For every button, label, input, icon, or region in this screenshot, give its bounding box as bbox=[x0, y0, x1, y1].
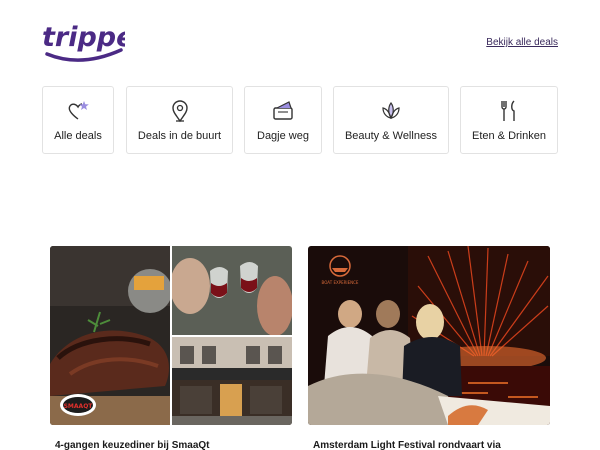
heart-star-icon bbox=[68, 101, 89, 120]
lotus-icon bbox=[382, 101, 400, 120]
logo-text: tripper bbox=[42, 22, 125, 53]
deal-title: 4-gangen keuzediner bij SmaaQt bbox=[55, 440, 210, 450]
svg-text:BOAT EXPERIENCE: BOAT EXPERIENCE bbox=[322, 280, 359, 285]
tripper-logo[interactable]: tripper bbox=[41, 16, 125, 66]
deal-image: BOAT EXPERIENCE bbox=[308, 246, 550, 425]
category-food-drink[interactable]: Eten & Drinken bbox=[460, 86, 558, 154]
category-label: Deals in de buurt bbox=[137, 130, 222, 142]
category-label: Eten & Drinken bbox=[472, 130, 546, 142]
category-label: Beauty & Wellness bbox=[344, 130, 438, 142]
category-all-deals[interactable]: Alle deals bbox=[42, 86, 114, 154]
category-label: Dagje weg bbox=[257, 130, 309, 142]
deal-title: Amsterdam Light Festival rondvaart via bbox=[313, 440, 501, 450]
svg-text:SMAAQT: SMAAQT bbox=[64, 403, 94, 410]
ticket-icon bbox=[273, 101, 293, 120]
category-nearby[interactable]: Deals in de buurt bbox=[126, 86, 233, 154]
category-beauty-wellness[interactable]: Beauty & Wellness bbox=[333, 86, 449, 154]
fork-knife-icon bbox=[501, 100, 515, 121]
view-all-deals-link[interactable]: Bekijk alle deals bbox=[486, 37, 558, 48]
location-pin-icon bbox=[171, 100, 188, 123]
category-label: Alle deals bbox=[54, 130, 102, 142]
category-day-out[interactable]: Dagje weg bbox=[244, 86, 322, 154]
deal-image: SMAAQT bbox=[50, 246, 292, 425]
